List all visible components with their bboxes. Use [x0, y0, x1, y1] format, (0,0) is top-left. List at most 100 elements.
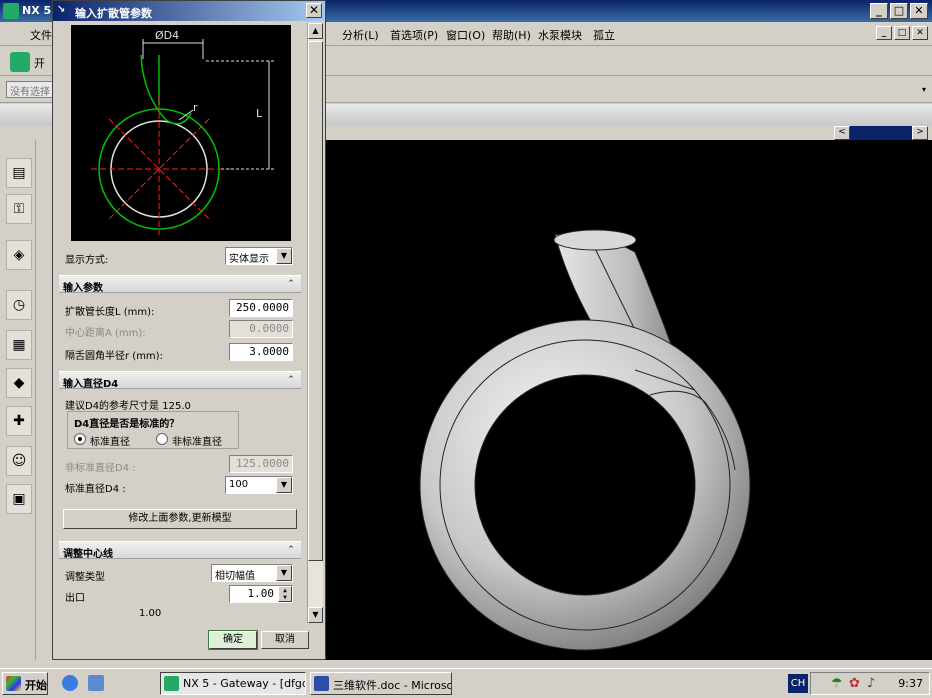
- system-materials-icon[interactable]: ▦: [6, 330, 32, 360]
- scroll-up-icon[interactable]: ▲: [308, 23, 323, 39]
- start-button[interactable]: 开始: [2, 672, 48, 695]
- assembly-navigator-icon[interactable]: ▤: [6, 158, 32, 188]
- start-icon[interactable]: [10, 52, 30, 72]
- menu-help[interactable]: 帮助(H): [492, 27, 531, 43]
- l-label: L: [256, 107, 263, 120]
- dialog-title: 输入扩散管参数: [75, 7, 152, 20]
- task-word[interactable]: 三维软件.doc - Microso...: [310, 672, 452, 695]
- collapse-icon[interactable]: ⌃: [284, 277, 298, 291]
- schematic-preview: ØD4 L r: [71, 25, 291, 241]
- length-input[interactable]: 250.0000: [229, 299, 293, 317]
- std-diameter-value: 100: [229, 479, 249, 490]
- windows-logo-icon: [6, 676, 21, 691]
- tab-scroll-right-icon[interactable]: >: [912, 126, 928, 140]
- app-title: NX 5: [22, 4, 52, 17]
- collapse-icon[interactable]: ⌃: [284, 543, 298, 557]
- radio-standard-label[interactable]: 标准直径: [90, 433, 130, 448]
- taskbar: 开始 NX 5 - Gateway - [dfgdf... 三维软件.doc -…: [0, 668, 932, 698]
- task-nx5-label: NX 5 - Gateway - [dfgdf...: [183, 677, 305, 690]
- language-indicator[interactable]: CH: [788, 674, 808, 693]
- ie-icon[interactable]: [62, 675, 78, 691]
- start-menu-label[interactable]: 开: [34, 55, 45, 71]
- dialog-title-bar: ↘ 输入扩散管参数 ✕: [53, 1, 325, 21]
- security-icon[interactable]: ✿: [849, 676, 860, 691]
- suggest-text: 建议D4的参考尺寸是 125.0: [65, 401, 191, 412]
- section-input-params-title: 输入参数: [63, 283, 103, 294]
- resource-bar: ▤ ⚿ ◈ ◷ ▦ ◆ ✚ ☺ ▣: [0, 140, 36, 660]
- tab-scroll-left-icon[interactable]: <: [834, 126, 850, 140]
- dialog-close-button[interactable]: ✕: [306, 3, 322, 18]
- dialog-scrollbar[interactable]: ▲ ▼: [307, 23, 323, 623]
- menu-analysis[interactable]: 分析(L): [342, 27, 379, 43]
- outlet-input[interactable]: 1.00 ▲ ▼: [229, 585, 293, 603]
- nonstd-diameter-input: 125.0000: [229, 455, 293, 473]
- chevron-down-icon[interactable]: ▾: [922, 85, 926, 94]
- scroll-thumb[interactable]: [308, 41, 323, 561]
- palette-icon[interactable]: ◆: [6, 368, 32, 398]
- menu-preferences[interactable]: 首选项(P): [390, 27, 438, 43]
- tab-active[interactable]: [850, 126, 912, 140]
- outlet-value: 1.00: [247, 587, 275, 600]
- radio-nonstandard-label[interactable]: 非标准直径: [172, 433, 222, 448]
- spinner-icon[interactable]: ▲ ▼: [278, 586, 292, 602]
- doc-minimize-button[interactable]: _: [876, 26, 892, 40]
- roles-icon[interactable]: ☺: [6, 446, 32, 476]
- history-icon[interactable]: ◷: [6, 290, 32, 320]
- menu-window[interactable]: 窗口(O): [446, 27, 485, 43]
- quicklaunch-icon[interactable]: [88, 675, 104, 691]
- doc-restore-button[interactable]: □: [894, 26, 910, 40]
- maximize-button[interactable]: □: [890, 3, 908, 19]
- std-diameter-select[interactable]: 100 ▼: [225, 476, 293, 494]
- tongue-radius-label: 隔舌圆角半径r (mm):: [65, 351, 163, 362]
- menu-pump-module[interactable]: 水泵模块: [538, 27, 582, 43]
- volume-icon[interactable]: ♪: [867, 676, 875, 691]
- menu-isolate[interactable]: 孤立: [593, 27, 615, 43]
- scroll-down-icon[interactable]: ▼: [308, 607, 323, 623]
- chevron-down-icon[interactable]: ▼: [276, 248, 292, 264]
- graphics-viewport[interactable]: [325, 140, 932, 660]
- reuse-library-icon[interactable]: ◈: [6, 240, 32, 270]
- menu-file[interactable]: 文件: [30, 27, 52, 43]
- part-navigator-icon[interactable]: ⚿: [6, 194, 32, 224]
- std-diameter-label: 标准直径D4 :: [65, 484, 126, 495]
- section-adjust-centerline-title: 调整中心线: [63, 549, 113, 560]
- system-tray: ☂ ✿ ♪ 9:37: [810, 672, 930, 695]
- display-mode-select[interactable]: 实体显示 ▼: [225, 247, 293, 265]
- center-distance-input: 0.0000: [229, 320, 293, 338]
- chevron-down-icon[interactable]: ▼: [276, 477, 292, 493]
- section-input-diameter-title: 输入直径D4: [63, 379, 119, 390]
- section-adjust-centerline[interactable]: 调整中心线 ⌃: [59, 541, 301, 560]
- task-nx5[interactable]: NX 5 - Gateway - [dfgdf...: [160, 672, 306, 695]
- collapse-icon[interactable]: ⌃: [284, 373, 298, 387]
- process-studio-icon[interactable]: ✚: [6, 406, 32, 436]
- d4-label: ØD4: [155, 29, 179, 42]
- tongue-radius-input[interactable]: 3.0000: [229, 343, 293, 361]
- radio-nonstandard[interactable]: [156, 433, 168, 445]
- standard-question: D4直径是否是标准的？: [74, 419, 180, 430]
- cancel-button[interactable]: 取消: [261, 631, 309, 649]
- r-label: r: [193, 101, 198, 114]
- nx-logo-icon: [3, 3, 19, 19]
- section-input-diameter[interactable]: 输入直径D4 ⌃: [59, 371, 301, 390]
- web-browser-icon[interactable]: ▣: [6, 484, 32, 514]
- selection-filter-input[interactable]: 没有选择: [6, 81, 58, 98]
- standard-diameter-group: D4直径是否是标准的？ 标准直径 非标准直径: [67, 411, 239, 449]
- network-icon[interactable]: ☂: [831, 676, 843, 691]
- clock: 9:37: [898, 677, 923, 690]
- schematic-drawing: ØD4 L r: [91, 29, 275, 235]
- chevron-down-icon[interactable]: ▼: [276, 565, 292, 581]
- nonstd-diameter-label: 非标准直径D4 :: [65, 463, 136, 474]
- outlet-readout: 1.00: [139, 608, 162, 619]
- close-button[interactable]: ✕: [910, 3, 928, 19]
- ok-button[interactable]: 确定: [208, 630, 258, 650]
- update-model-button[interactable]: 修改上面参数,更新模型: [63, 509, 297, 529]
- minimize-button[interactable]: _: [870, 3, 888, 19]
- adjust-type-select[interactable]: 相切幅值 ▼: [211, 564, 293, 582]
- task-word-label: 三维软件.doc - Microso...: [333, 679, 452, 692]
- section-input-params[interactable]: 输入参数 ⌃: [59, 275, 301, 294]
- adjust-type-value: 相切幅值: [215, 571, 255, 582]
- radio-standard[interactable]: [74, 433, 86, 445]
- dialog-menu-icon[interactable]: ↘: [57, 4, 65, 15]
- doc-close-button[interactable]: ✕: [912, 26, 928, 40]
- display-mode-label: 显示方式:: [65, 255, 109, 266]
